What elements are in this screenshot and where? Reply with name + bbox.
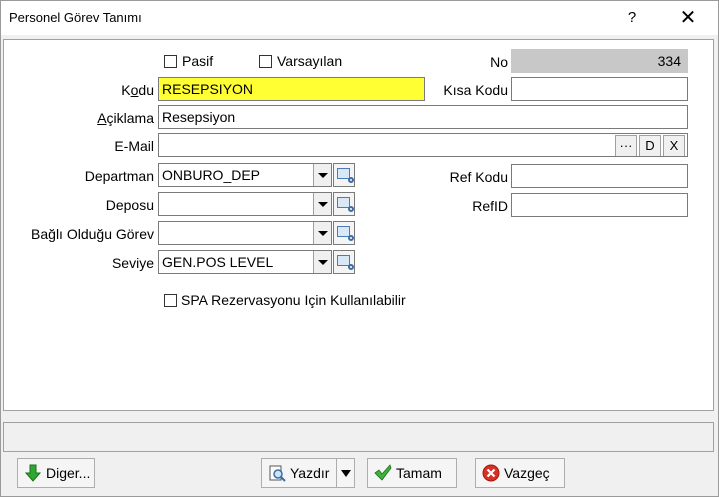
email-input[interactable]: ··· D X [158,133,688,157]
email-more-button[interactable]: ··· [615,135,637,156]
lookup-icon [337,255,354,270]
varsayilan-label: Varsayılan [277,53,343,69]
spa-checkbox[interactable] [164,294,177,307]
ref-kodu-input[interactable] [511,164,688,188]
yazdir-button[interactable]: Yazdır [261,458,355,488]
check-icon [374,464,392,481]
window-title: Personel Görev Tanımı [9,10,142,25]
ref-id-label: RefID [472,198,508,214]
no-label: No [490,54,508,70]
email-x-button[interactable]: X [663,135,685,156]
kisa-kodu-label: Kısa Kodu [443,82,508,98]
aciklama-label: Açiklama [97,110,154,126]
deposu-dropdown-button[interactable] [313,193,331,215]
kisa-kodu-input[interactable] [511,77,688,101]
departman-lookup-button[interactable] [333,163,355,187]
varsayilan-checkbox[interactable] [259,55,272,68]
deposu-select[interactable] [158,192,332,216]
aciklama-input[interactable]: Resepsiyon [158,105,688,129]
arrow-down-icon [24,464,42,482]
ref-kodu-label: Ref Kodu [449,169,508,185]
deposu-label: Deposu [105,197,154,213]
seviye-dropdown-button[interactable] [313,251,331,273]
ref-id-input[interactable] [511,193,688,217]
pasif-checkbox[interactable] [164,55,177,68]
diger-button[interactable]: Diger... [17,458,95,488]
lookup-icon [337,168,354,183]
form-panel: Pasif Varsayılan No 334 Kodu RESEPSIYON … [3,39,714,411]
close-button[interactable]: ✕ [663,1,713,35]
email-label: E-Mail [114,138,154,154]
lookup-icon [337,226,354,241]
dialog-window: Personel Görev Tanımı ? ✕ Pasif Varsayıl… [0,0,719,497]
departman-value: ONBURO_DEP [162,167,261,183]
bagli-gorev-label: Bağlı Olduğu Görev [31,226,154,242]
departman-select[interactable]: ONBURO_DEP [158,163,332,187]
vazgec-button[interactable]: Vazgeç [475,458,565,488]
cancel-icon [482,464,500,482]
seviye-lookup-button[interactable] [333,250,355,274]
bagli-gorev-dropdown-button[interactable] [313,222,331,244]
help-button[interactable]: ? [619,1,645,35]
no-field: 334 [511,49,688,73]
print-preview-icon [269,465,286,482]
deposu-lookup-button[interactable] [333,192,355,216]
tamam-button[interactable]: Tamam [367,458,457,488]
departman-label: Departman [84,168,154,184]
kodu-label: Kodu [121,82,154,98]
bagli-gorev-select[interactable] [158,221,332,245]
email-d-button[interactable]: D [639,135,661,156]
spa-label: SPA Rezervasyonu Için Kullanılabilir [181,292,406,308]
seviye-select[interactable]: GEN.POS LEVEL [158,250,332,274]
title-bar: Personel Görev Tanımı ? ✕ [1,1,718,35]
pasif-label: Pasif [182,53,214,69]
seviye-label: Seviye [111,255,154,271]
bagli-gorev-lookup-button[interactable] [333,221,355,245]
yazdir-dropdown-icon[interactable] [341,470,351,477]
kodu-input[interactable]: RESEPSIYON [158,77,425,101]
status-bar [3,422,714,452]
lookup-icon [337,197,354,212]
seviye-value: GEN.POS LEVEL [162,254,274,270]
departman-dropdown-button[interactable] [313,164,331,186]
yazdir-separator [336,459,337,487]
